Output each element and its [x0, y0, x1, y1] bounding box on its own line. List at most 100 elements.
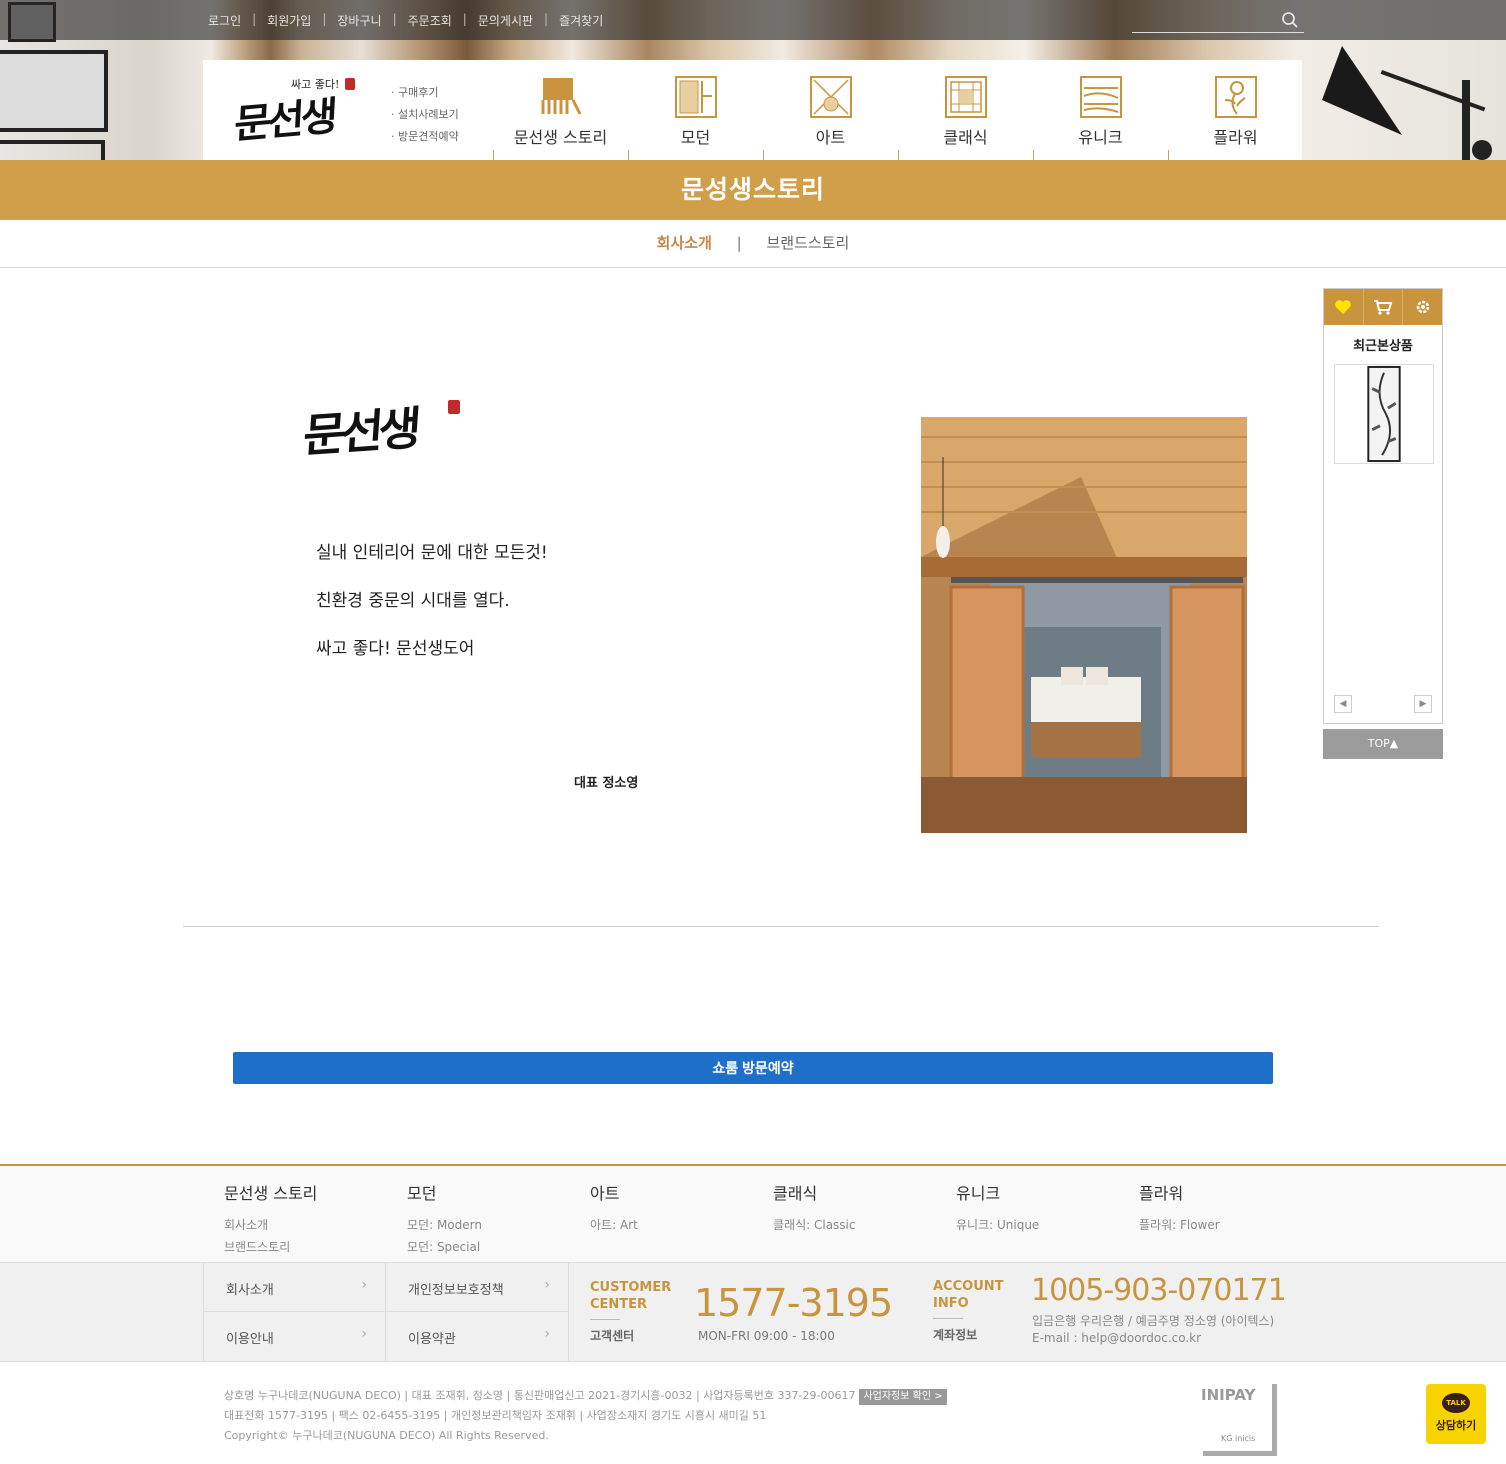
bank-info: 입금은행 우리은행 / 예금주명 정소영 (아이텍스) E-mail : hel…	[1032, 1314, 1275, 1345]
sub-nav: 회사소개 | 브랜드스토리	[0, 220, 1506, 268]
account-number: 1005-903-070171	[1031, 1273, 1287, 1308]
footer-info-bar: 회사소개 › 개인정보보호정책 › 이용안내 › 이용약관 › CUSTOMER CEN…	[0, 1262, 1506, 1362]
bookmark-link[interactable]: 즐겨찾기	[559, 12, 603, 29]
nav-art[interactable]: 아트	[763, 60, 898, 160]
visit-estimate-link[interactable]: · 방문견적예약	[391, 126, 459, 148]
main-content: 문선생 실내 인테리어 문에 대한 모든것! 친환경 중문의 시대를 열다. 싸…	[0, 268, 1506, 928]
art-door-icon	[810, 76, 852, 118]
nav-story-label: 문선생 스토리	[513, 128, 608, 147]
classic-door-icon	[945, 76, 987, 118]
search-icon[interactable]	[1281, 11, 1299, 29]
talk-label: 상담하기	[1435, 1419, 1477, 1432]
quick-panel: 최근본상품 ◀ ▶	[1323, 288, 1443, 724]
nav-flower[interactable]: 플라워	[1168, 60, 1303, 160]
contact-email: E-mail : help@doordoc.co.kr	[1032, 1331, 1202, 1345]
footer-cat-unique: 유니크 유니크: Unique	[956, 1184, 1040, 1232]
next-arrow-icon[interactable]: ▶	[1414, 695, 1432, 713]
wall-frame	[0, 50, 108, 132]
gear-icon	[1416, 300, 1429, 314]
prev-arrow-icon[interactable]: ◀	[1334, 695, 1352, 713]
recent-items-title: 최근본상품	[1353, 339, 1413, 354]
nav-story[interactable]: 문선생 스토리	[493, 60, 628, 160]
inquiry-board-link[interactable]: 문의게시판	[478, 12, 533, 29]
page-title: 문성생스토리	[680, 175, 825, 204]
category-nav: 문선생 스토리 모던 아트 클래식 유니크 플라워	[493, 60, 1303, 160]
cart-link[interactable]: 장바구니	[337, 12, 381, 29]
content-divider	[183, 926, 1379, 927]
footer-cat-flower: 플라워 플라워: Flower	[1139, 1184, 1220, 1232]
customer-heading: CUSTOMER CENTER	[590, 1280, 672, 1312]
seal-icon	[448, 400, 460, 414]
top-links: 로그인 | 회원가입 | 장바구니 | 주문조회 | 문의게시판 | 즐겨찾기	[208, 12, 604, 29]
nav-classic-label: 클래식	[943, 128, 988, 147]
search-input[interactable]	[1132, 10, 1272, 32]
cart-icon	[1374, 300, 1393, 315]
nav-modern-label: 모던	[680, 128, 711, 147]
page: { "topbar": { "links": ["로그인", "회원가입", "…	[0, 0, 1506, 1464]
recent-item-thumbnail[interactable]	[1334, 364, 1434, 464]
wall-frame	[0, 140, 105, 160]
quick-links: · 구매후기 · 설치사례보기 · 방문견적예약	[391, 82, 459, 148]
tab-company-intro[interactable]: 회사소개	[657, 234, 712, 252]
intro-text: 실내 인테리어 문에 대한 모든것! 친환경 중문의 시대를 열다. 싸고 좋다…	[316, 538, 548, 682]
nav-art-label: 아트	[815, 128, 846, 147]
footer-link-guide[interactable]: 이용안내 ›	[203, 1312, 386, 1361]
inipay-badge[interactable]: INIPAY KG inicis	[1201, 1384, 1277, 1456]
content-logo: 문선생	[301, 396, 464, 466]
account-label: 계좌정보	[933, 1328, 978, 1342]
tab-brand-story[interactable]: 브랜드스토리	[767, 234, 850, 252]
kakao-talk-button[interactable]: TALK 상담하기	[1426, 1384, 1486, 1444]
footer-categories: 문선생 스토리 회사소개 브랜드스토리 모던 모던: Modern 모던: Sp…	[0, 1164, 1506, 1262]
settings-tab[interactable]	[1403, 289, 1442, 325]
top-button[interactable]: TOP▲	[1323, 729, 1443, 759]
install-case-link[interactable]: · 설치사례보기	[391, 104, 459, 126]
nav-flower-label: 플라워	[1213, 128, 1258, 147]
customer-hours: MON-FRI 09:00 - 18:00	[698, 1329, 835, 1343]
join-link[interactable]: 회원가입	[267, 12, 311, 29]
main-nav: 싸고 좋다! 문선생 · 구매후기 · 설치사례보기 · 방문견적예약 문선생 …	[203, 60, 1302, 160]
top-bar: 로그인 | 회원가입 | 장바구니 | 주문조회 | 문의게시판 | 즐겨찾기	[0, 0, 1506, 40]
intro-line: 싸고 좋다! 문선생도어	[316, 639, 475, 659]
page-title-band: 문성생스토리	[0, 160, 1506, 220]
chevron-right-icon: ›	[361, 1277, 367, 1293]
heart-icon	[1335, 300, 1352, 314]
seal-icon	[345, 78, 355, 90]
nav-classic[interactable]: 클래식	[898, 60, 1033, 160]
flower-door-icon	[1215, 76, 1257, 118]
footer-cat-modern: 모던 모던: Modern 모던: Special	[407, 1184, 482, 1254]
nav-modern[interactable]: 모던	[628, 60, 763, 160]
content-logo-name: 문선생	[301, 401, 419, 463]
chevron-right-icon: ›	[544, 1277, 550, 1293]
order-lookup-link[interactable]: 주문조회	[408, 12, 452, 29]
modern-door-icon	[675, 76, 717, 118]
story-door-icon	[541, 78, 582, 115]
footer-cat-classic: 클래식 클래식: Classic	[773, 1184, 856, 1232]
customer-label: 고객센터	[590, 1329, 635, 1343]
showroom-visit-button[interactable]: 쇼룸 방문예약	[233, 1052, 1273, 1084]
nav-unique[interactable]: 유니크	[1033, 60, 1168, 160]
logo-name: 문선생	[233, 92, 335, 149]
wishlist-tab[interactable]	[1324, 289, 1364, 325]
talk-bubble-icon: TALK	[1442, 1393, 1470, 1413]
cart-tab[interactable]	[1364, 289, 1404, 325]
account-heading: ACCOUNT INFO	[933, 1279, 1004, 1311]
footer-cat-story: 문선생 스토리 회사소개 브랜드스토리	[224, 1184, 318, 1254]
nav-unique-label: 유니크	[1078, 128, 1123, 147]
footer-link-company[interactable]: 회사소개 ›	[203, 1263, 386, 1312]
ceo-name: 대표 정소영	[574, 776, 639, 791]
intro-line: 친환경 중문의 시대를 열다.	[316, 591, 510, 611]
company-info: 상호명 누구나데코(NUGUNA DECO) | 대표 조재휘, 정소영 | 통…	[224, 1386, 947, 1446]
showroom-photo	[921, 417, 1247, 833]
lamp-decoration	[1322, 46, 1492, 160]
site-logo[interactable]: 싸고 좋다! 문선생	[233, 74, 363, 148]
footer-link-terms[interactable]: 이용약관 ›	[386, 1312, 569, 1361]
login-link[interactable]: 로그인	[208, 12, 241, 29]
footer-link-privacy[interactable]: 개인정보보호정책 ›	[386, 1263, 569, 1312]
footer-cat-art: 아트 아트: Art	[590, 1184, 638, 1232]
chevron-right-icon: ›	[361, 1326, 367, 1342]
business-info-button[interactable]: 사업자정보 확인 >	[859, 1389, 947, 1405]
review-link[interactable]: · 구매후기	[391, 82, 459, 104]
inipay-title: INIPAY	[1201, 1386, 1256, 1404]
chevron-right-icon: ›	[544, 1326, 550, 1342]
intro-line: 실내 인테리어 문에 대한 모든것!	[316, 543, 548, 563]
